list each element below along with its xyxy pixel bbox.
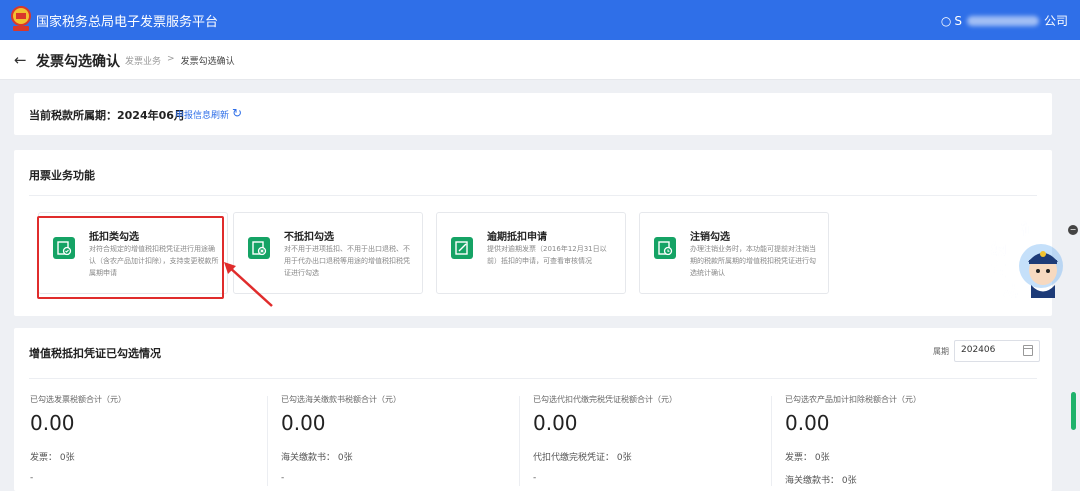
breadcrumb-item-current: 发票勾选确认 bbox=[180, 57, 235, 67]
stat-extra: - bbox=[30, 473, 34, 483]
period-select-value: 202406 bbox=[961, 345, 996, 355]
mascot-char-1: 征 bbox=[1021, 220, 1036, 238]
stat-count: 发票： 0张 bbox=[30, 453, 75, 463]
stat-invoice-tax: 已勾选发票税额合计（元） 0.00 发票： 0张 - bbox=[30, 394, 270, 483]
vat-selected-status-panel: 增值税抵扣凭证已勾选情况 属期 202406 已勾选发票税额合计（元） 0.00… bbox=[14, 328, 1052, 491]
page-header: ← 发票勾选确认 发票业务 > 发票勾选确认 bbox=[0, 40, 1080, 80]
top-header: 国家税务总局电子发票服务平台 ○ S 公司 bbox=[0, 0, 1080, 40]
pointer-arrow-icon bbox=[224, 262, 273, 307]
tax-period-panel: 当前税款所属期：2024年06月 申报信息刷新 ↻ bbox=[14, 93, 1052, 135]
page-title: 发票勾选确认 bbox=[36, 54, 120, 70]
card-title: 逾期抵扣申请 bbox=[487, 232, 547, 243]
interaction-mascot-icon[interactable]: 征 纳 互 动 bbox=[985, 218, 1071, 304]
no-deduction-icon bbox=[248, 237, 270, 259]
period-select-label: 属期 bbox=[933, 347, 949, 356]
stat-count: 代扣代缴完税凭证： 0张 bbox=[533, 453, 632, 463]
stat-value: 0.00 bbox=[533, 411, 578, 435]
column-separator bbox=[267, 396, 268, 486]
card-deduction-check[interactable]: 抵扣类勾选 对符合规定的增值税扣税凭证进行用途确认（含农产品加计扣除），支持变更… bbox=[38, 212, 228, 294]
card-title: 不抵扣勾选 bbox=[284, 232, 334, 243]
scrollbar-thumb[interactable] bbox=[1071, 392, 1076, 430]
stat-label: 已勾选发票税额合计（元） bbox=[30, 395, 126, 404]
mascot-char-3: 互 bbox=[991, 262, 1006, 280]
current-tax-period: 当前税款所属期：2024年06月 bbox=[29, 109, 185, 122]
column-separator bbox=[771, 396, 772, 486]
mascot-char-2: 纳 bbox=[991, 240, 1006, 258]
divider bbox=[29, 378, 1037, 379]
user-name-suffix: 公司 bbox=[1043, 14, 1068, 28]
stat-extra: - bbox=[533, 473, 537, 483]
user-account[interactable]: ○ S 公司 bbox=[941, 12, 1068, 29]
card-title: 注销勾选 bbox=[690, 232, 730, 243]
card-description: 办理注销业务时，本功能可提前对注销当期的税款所属期的增值税扣税凭证进行勾选统计确… bbox=[690, 245, 816, 277]
stat-label: 已勾选农产品加计扣除税额合计（元） bbox=[785, 395, 921, 404]
stat-label: 已勾选海关缴款书税额合计（元） bbox=[281, 395, 401, 404]
user-icon: ○ bbox=[940, 13, 952, 28]
refresh-icon[interactable]: ↻ bbox=[232, 106, 242, 120]
tax-emblem-icon bbox=[11, 6, 31, 31]
cancel-check-icon bbox=[654, 237, 676, 259]
stat-count: 海关缴款书： 0张 bbox=[281, 453, 353, 463]
card-description: 对符合规定的增值税扣税凭证进行用途确认（含农产品加计扣除），支持变更税款所属期申… bbox=[89, 245, 219, 277]
section-title-vat-status: 增值税抵扣凭证已勾选情况 bbox=[29, 347, 161, 360]
card-overdue-deduction-apply[interactable]: 逾期抵扣申请 提供对逾期发票（2016年12月31日以前）抵扣的申请，可查看审核… bbox=[436, 212, 626, 294]
breadcrumb: 发票业务 > 发票勾选确认 bbox=[125, 54, 235, 67]
mascot-char-4: 动 bbox=[1003, 282, 1018, 300]
stat-value: 0.00 bbox=[30, 411, 75, 435]
card-cancellation-check[interactable]: 注销勾选 办理注销业务时，本功能可提前对注销当期的税款所属期的增值税扣税凭证进行… bbox=[639, 212, 829, 294]
card-description: 提供对逾期发票（2016年12月31日以前）抵扣的申请，可查看审核情况 bbox=[487, 245, 607, 265]
overdue-apply-icon bbox=[451, 237, 473, 259]
breadcrumb-item-invoice-business[interactable]: 发票业务 bbox=[125, 54, 161, 67]
invoice-functions-panel: 用票业务功能 抵扣类勾选 对符合规定的增值税扣税凭证进行用途确认（含农产品加计扣… bbox=[14, 150, 1052, 316]
stat-extra: 海关缴款书： 0张 bbox=[785, 476, 857, 486]
calendar-icon bbox=[1023, 345, 1033, 356]
stat-count: 发票： 0张 bbox=[785, 453, 830, 463]
column-separator bbox=[519, 396, 520, 486]
user-name-redacted bbox=[966, 15, 1039, 26]
card-description: 对不用于进项抵扣、不用于出口退税、不用于代办出口退税等用途的增值税扣税凭证进行勾… bbox=[284, 245, 410, 277]
stat-label: 已勾选代扣代缴完税凭证税额合计（元） bbox=[533, 395, 677, 404]
user-name-prefix: S bbox=[954, 13, 962, 28]
breadcrumb-separator: > bbox=[167, 54, 175, 64]
back-arrow-icon[interactable]: ← bbox=[14, 51, 27, 69]
scroll-toggle-icon[interactable]: − bbox=[1068, 225, 1078, 235]
refresh-declaration-link[interactable]: 申报信息刷新 bbox=[175, 108, 229, 121]
stat-value: 0.00 bbox=[281, 411, 326, 435]
deduction-check-icon bbox=[53, 237, 75, 259]
period-select[interactable]: 202406 bbox=[954, 340, 1040, 362]
divider bbox=[29, 195, 1037, 196]
section-title-functions: 用票业务功能 bbox=[29, 169, 95, 182]
card-title: 抵扣类勾选 bbox=[89, 232, 139, 243]
stat-value: 0.00 bbox=[785, 411, 830, 435]
stat-extra: - bbox=[281, 473, 285, 483]
stat-agri-additional-deduction: 已勾选农产品加计扣除税额合计（元） 0.00 发票： 0张 海关缴款书： 0张 bbox=[785, 394, 1025, 486]
stat-customs-tax: 已勾选海关缴款书税额合计（元） 0.00 海关缴款书： 0张 - bbox=[281, 394, 521, 483]
app-title: 国家税务总局电子发票服务平台 bbox=[36, 15, 219, 30]
stat-withholding-tax: 已勾选代扣代缴完税凭证税额合计（元） 0.00 代扣代缴完税凭证： 0张 - bbox=[533, 394, 773, 483]
